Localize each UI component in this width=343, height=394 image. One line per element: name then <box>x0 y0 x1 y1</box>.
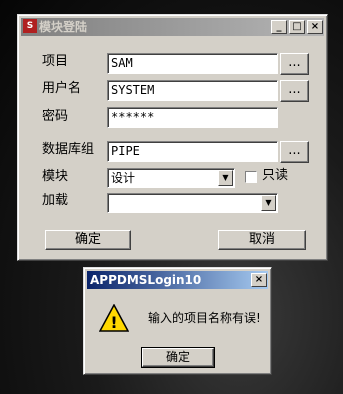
warning-icon-glyph: ! <box>110 313 117 332</box>
minimize-button[interactable]: _ <box>271 20 287 34</box>
app-icon: S <box>23 19 37 33</box>
project-browse-button[interactable]: ... <box>280 53 309 75</box>
load-select[interactable]: ▼ <box>107 193 278 213</box>
password-label: 密码 <box>42 109 69 124</box>
username-label: 用户名 <box>42 81 82 96</box>
alert-close-button[interactable]: × <box>251 273 267 287</box>
close-button[interactable]: × <box>307 20 323 34</box>
alert-message: 输入的项目名称有误! <box>148 311 261 325</box>
project-label: 项目 <box>42 54 69 69</box>
project-input[interactable]: SAM <box>107 53 278 74</box>
maximize-button[interactable]: □ <box>289 20 305 34</box>
login-window: S 模块登陆 _ □ × 项目 SAM ... 用户名 SYSTEM ... 密… <box>17 14 328 261</box>
alert-ok-button[interactable]: 确定 <box>141 347 215 368</box>
alert-title: APPDMSLogin10 <box>90 273 202 287</box>
database-group-label: 数据库组 <box>42 142 95 157</box>
module-select[interactable]: 设计 ▼ <box>107 168 235 188</box>
load-label: 加载 <box>42 193 69 208</box>
cancel-button[interactable]: 取消 <box>218 230 306 250</box>
username-browse-button[interactable]: ... <box>280 80 309 102</box>
readonly-label: 只读 <box>262 168 289 183</box>
chevron-down-icon[interactable]: ▼ <box>261 195 276 211</box>
chevron-down-icon[interactable]: ▼ <box>218 170 233 186</box>
readonly-checkbox[interactable] <box>245 171 257 183</box>
ok-button[interactable]: 确定 <box>45 230 131 250</box>
alert-titlebar[interactable]: APPDMSLogin10 × <box>87 271 268 289</box>
alert-dialog: APPDMSLogin10 × ! 输入的项目名称有误! 确定 <box>83 267 272 375</box>
username-input[interactable]: SYSTEM <box>107 80 278 101</box>
warning-icon: ! <box>99 304 129 332</box>
database-group-browse-button[interactable]: ... <box>280 141 309 163</box>
module-label: 模块 <box>42 169 69 184</box>
module-value: 设计 <box>111 171 136 185</box>
login-titlebar[interactable]: S 模块登陆 _ □ × <box>21 18 324 36</box>
database-group-input[interactable]: PIPE <box>107 141 278 162</box>
window-title: 模块登陆 <box>39 20 88 34</box>
password-input[interactable]: ****** <box>107 107 278 128</box>
